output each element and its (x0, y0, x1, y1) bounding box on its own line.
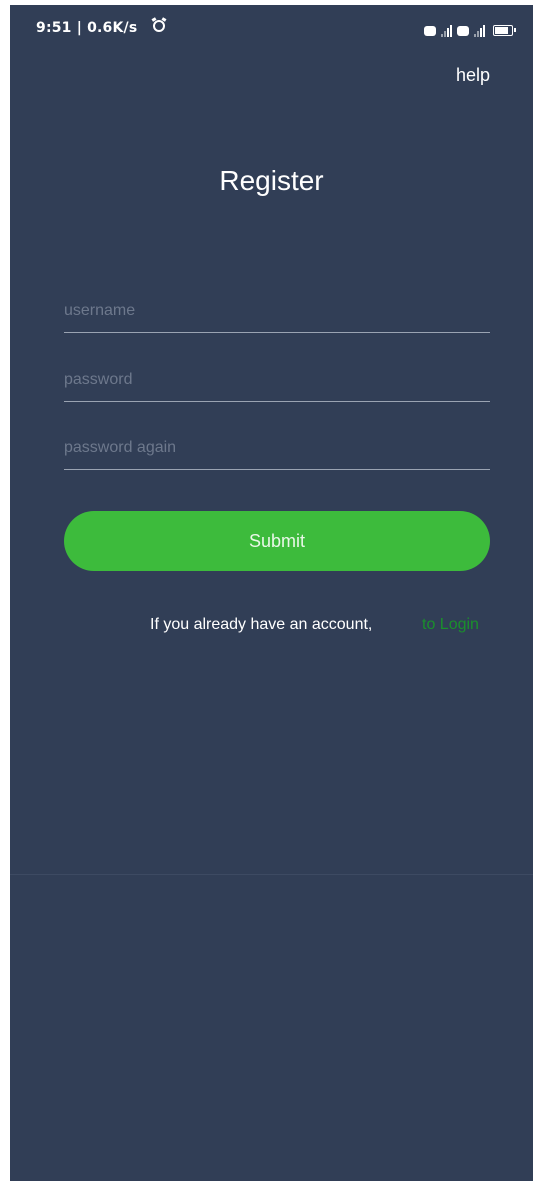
status-bar: 9:51 | 0.6K/s (10, 5, 533, 53)
status-time: 9:51 | 0.6K/s (36, 20, 138, 36)
signal-icon (441, 23, 452, 37)
login-link[interactable]: to Login (422, 616, 479, 634)
help-link[interactable]: help (456, 65, 490, 86)
alarm-icon (153, 20, 165, 32)
status-icons (424, 23, 516, 37)
username-input[interactable] (64, 290, 490, 332)
hd-icon (457, 26, 469, 36)
hd-icon (424, 26, 436, 36)
password-input[interactable] (64, 359, 490, 401)
login-prompt: If you already have an account, (150, 616, 373, 633)
login-row: If you already have an account, to Login (10, 613, 533, 637)
password-again-input[interactable] (64, 427, 490, 469)
page-title: Register (219, 165, 324, 196)
register-screen: 9:51 | 0.6K/s help Register Submit If yo… (10, 5, 533, 1181)
password-again-field (64, 427, 490, 470)
username-field (64, 290, 490, 333)
divider (10, 874, 533, 875)
submit-button[interactable]: Submit (64, 511, 490, 571)
signal-icon (474, 23, 485, 37)
password-field (64, 359, 490, 402)
battery-icon (493, 25, 516, 36)
